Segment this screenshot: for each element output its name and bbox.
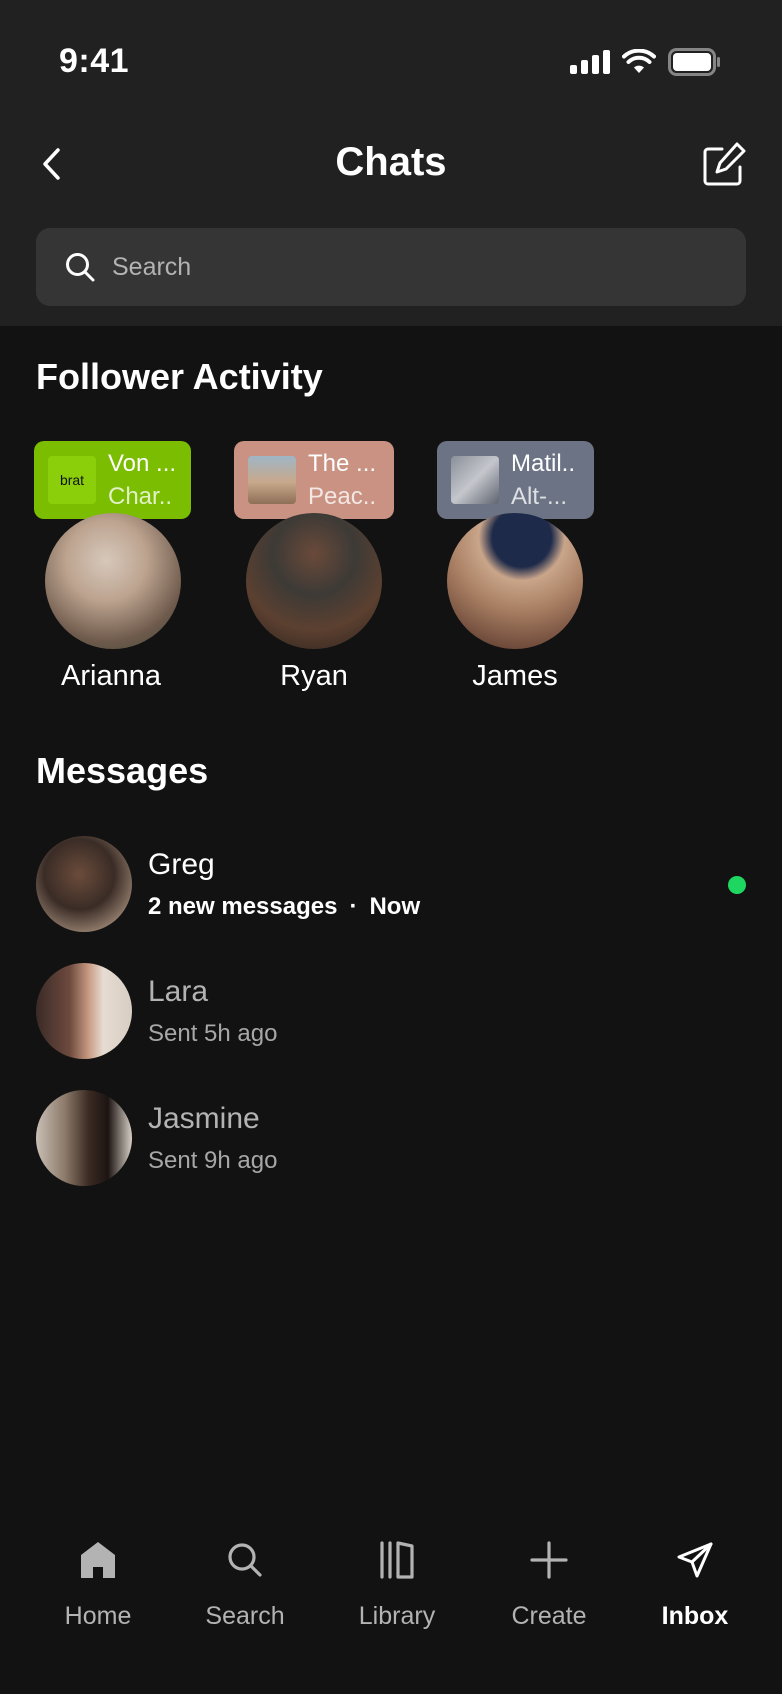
- library-icon: [380, 1541, 414, 1579]
- plus-icon: [530, 1541, 568, 1579]
- search-icon: [66, 253, 95, 282]
- battery-icon: [668, 48, 720, 76]
- avatar[interactable]: [246, 513, 382, 649]
- search-placeholder: Search: [112, 252, 192, 281]
- now-playing-chip[interactable]: The ... Peac..: [234, 441, 394, 519]
- home-icon: [81, 1542, 115, 1578]
- track-title: The ...: [308, 450, 377, 477]
- tab-inbox[interactable]: Inbox: [620, 1530, 770, 1631]
- messages-title: Messages: [36, 750, 209, 791]
- tab-search[interactable]: Search: [170, 1530, 320, 1631]
- avatar: [36, 963, 132, 1059]
- contact-name: Greg: [148, 848, 215, 881]
- contact-name: Lara: [148, 975, 209, 1008]
- contact-name: Jasmine: [148, 1102, 260, 1135]
- tab-label: Inbox: [661, 1602, 729, 1630]
- tab-create[interactable]: Create: [474, 1530, 624, 1631]
- avatar: [36, 1090, 132, 1186]
- now-playing-chip[interactable]: brat Von ... Char..: [34, 441, 191, 519]
- message-status: 2 new messages · Now: [148, 893, 421, 920]
- cellular-signal-icon: [570, 50, 610, 74]
- message-status: Sent 9h ago: [148, 1147, 278, 1174]
- tab-library[interactable]: Library: [322, 1530, 472, 1631]
- avatar[interactable]: [45, 513, 181, 649]
- album-art: [248, 456, 296, 504]
- track-title: Matil..: [511, 450, 576, 477]
- tab-home[interactable]: Home: [23, 1530, 173, 1631]
- send-icon: [677, 1542, 713, 1578]
- activity-name-james: James: [472, 660, 558, 692]
- activity-name-ryan: Ryan: [280, 660, 348, 692]
- page-title: Chats: [335, 140, 447, 184]
- search-input[interactable]: Search: [36, 228, 746, 306]
- message-row-lara[interactable]: Lara Sent 5h ago: [36, 963, 746, 1059]
- compose-icon[interactable]: [702, 140, 748, 188]
- track-artist: Alt-...: [511, 483, 568, 510]
- activity-name-arianna: Arianna: [61, 660, 161, 692]
- track-artist: Char..: [108, 483, 173, 510]
- message-row-greg[interactable]: Greg 2 new messages · Now: [36, 836, 746, 932]
- tab-bar: Home Search Library Create Inbox: [0, 1510, 782, 1694]
- status-icons: [570, 48, 722, 76]
- tab-label: Search: [205, 1602, 285, 1630]
- track-artist: Peac..: [308, 483, 377, 510]
- search-icon: [228, 1543, 262, 1577]
- avatar[interactable]: [447, 513, 583, 649]
- tab-label: Home: [64, 1602, 132, 1630]
- track-title: Von ...: [108, 450, 177, 477]
- tab-label: Create: [511, 1602, 587, 1630]
- online-indicator: [728, 876, 746, 894]
- now-playing-chip[interactable]: Matil.. Alt-...: [437, 441, 594, 519]
- message-status: Sent 5h ago: [148, 1020, 278, 1047]
- follower-activity-title: Follower Activity: [36, 356, 323, 397]
- album-art: brat: [48, 456, 96, 504]
- wifi-icon: [622, 49, 656, 73]
- message-row-jasmine[interactable]: Jasmine Sent 9h ago: [36, 1090, 746, 1186]
- status-time: 9:41: [59, 42, 130, 80]
- album-art: [451, 456, 499, 504]
- avatar: [36, 836, 132, 932]
- tab-label: Library: [358, 1602, 436, 1630]
